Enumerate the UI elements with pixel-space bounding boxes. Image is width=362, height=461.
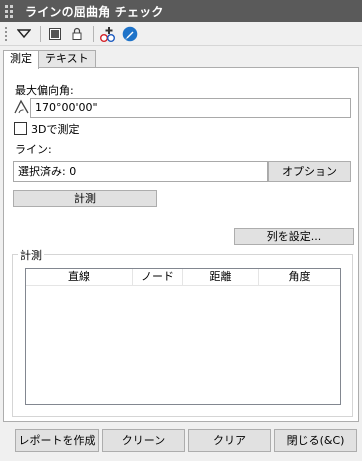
- toolbar-separator: [40, 25, 41, 42]
- tab-text[interactable]: テキスト: [38, 50, 96, 68]
- options-button[interactable]: オプション: [268, 161, 351, 182]
- measurement-list[interactable]: 直線 ノード 距離 角度: [25, 268, 341, 405]
- title-bar[interactable]: ラインの屈曲角 チェック: [0, 0, 362, 22]
- tab-measure[interactable]: 測定: [3, 50, 39, 69]
- toolbar-grip-icon[interactable]: [4, 25, 8, 42]
- measure-3d-checkbox[interactable]: [14, 122, 27, 135]
- clear-button[interactable]: クリア: [188, 429, 271, 452]
- add-shapes-icon[interactable]: [98, 24, 118, 44]
- create-report-button[interactable]: レポートを作成: [15, 429, 99, 452]
- selected-count-field: 選択済み: 0: [13, 161, 268, 182]
- set-columns-button[interactable]: 列を設定...: [234, 228, 354, 245]
- close-button[interactable]: 閉じる(&C): [274, 429, 357, 452]
- toolbar: [0, 22, 362, 46]
- max-angle-input[interactable]: 170°00'00": [30, 98, 351, 118]
- column-header-distance[interactable]: 距離: [183, 269, 259, 285]
- dropdown-arrow-icon[interactable]: [14, 24, 34, 44]
- measure-3d-label: 3Dで測定: [31, 123, 80, 136]
- angle-icon: [14, 99, 30, 115]
- tab-strip: 測定 テキスト: [3, 50, 96, 69]
- measurement-group-title: 計測: [18, 247, 44, 263]
- grip-icon[interactable]: [5, 4, 19, 18]
- toolbar-separator: [93, 25, 94, 42]
- measure-button[interactable]: 計測: [13, 190, 157, 207]
- line-label: ライン:: [15, 143, 52, 156]
- lock-icon[interactable]: [67, 24, 87, 44]
- column-header-node[interactable]: ノード: [133, 269, 183, 285]
- measurement-list-header: 直線 ノード 距離 角度: [26, 269, 340, 286]
- window-title: ラインの屈曲角 チェック: [25, 4, 164, 19]
- clean-button[interactable]: クリーン: [102, 429, 185, 452]
- measure-panel: 最大偏向角: 170°00'00" 3Dで測定 ライン: 選択済み: 0 オプシ…: [3, 67, 359, 422]
- max-angle-label: 最大偏向角:: [15, 84, 74, 97]
- pen-icon[interactable]: [120, 24, 140, 44]
- window-icon[interactable]: [45, 24, 65, 44]
- column-header-angle[interactable]: 角度: [259, 269, 340, 285]
- column-header-line[interactable]: 直線: [26, 269, 133, 285]
